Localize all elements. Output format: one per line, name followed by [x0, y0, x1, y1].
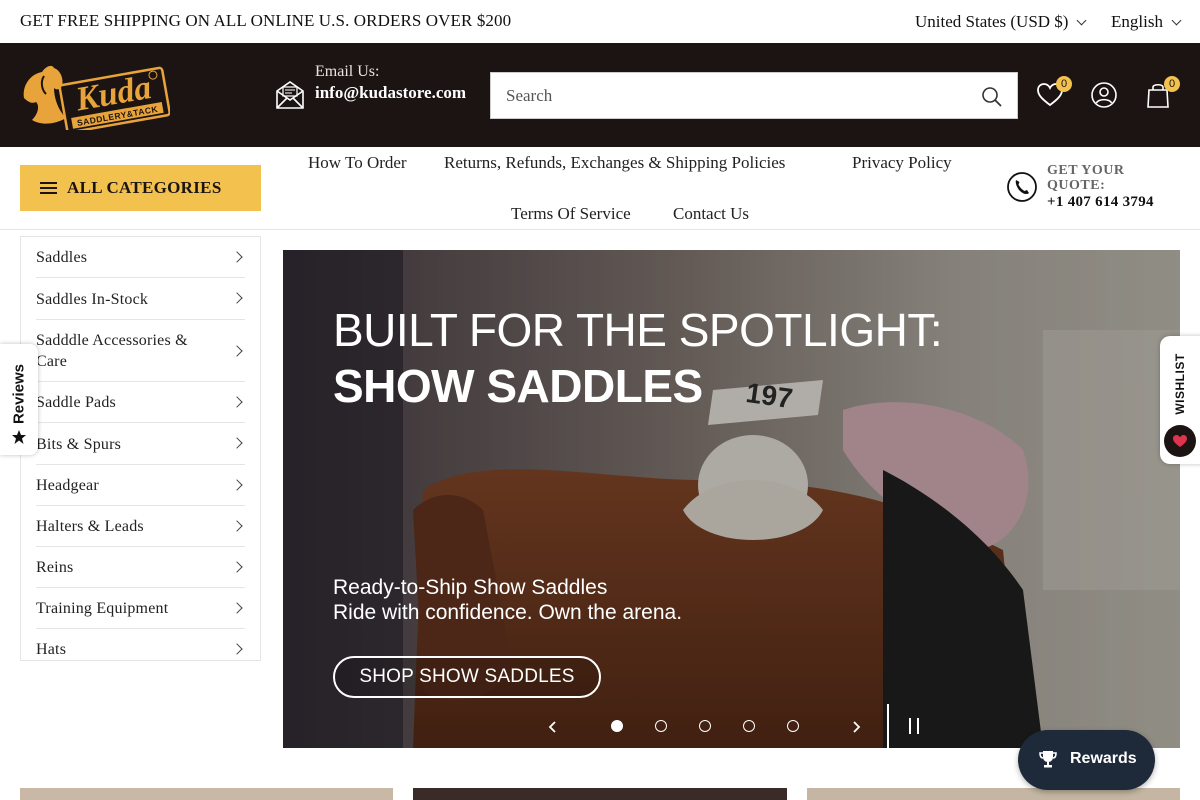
reviews-label: Reviews	[10, 363, 28, 425]
sidebar-item-saddles-in-stock[interactable]: Saddles In-Stock	[36, 278, 245, 320]
phone-icon	[1007, 172, 1037, 202]
nav-link-how-to-order[interactable]: How To Order	[308, 153, 407, 173]
rewards-button[interactable]: Rewards	[1018, 730, 1155, 790]
chevron-down-icon	[1077, 15, 1087, 25]
wishlist-count-badge: 0	[1056, 76, 1072, 92]
pause-icon[interactable]	[907, 718, 921, 734]
category-sidebar: Saddles Saddles In-Stock Sadddle Accesso…	[20, 236, 261, 661]
main-navigation: ALL CATEGORIES How To Order Returns, Ref…	[0, 147, 1200, 230]
rewards-label: Rewards	[1070, 750, 1137, 767]
slide-prev-arrow-icon[interactable]	[546, 720, 560, 734]
hero-slideshow: 197 BUILT FOR THE SPOTLIGHT: SHOW SADDLE…	[283, 250, 1180, 748]
email-link[interactable]: info@kudastore.com	[315, 82, 475, 103]
wishlist-label: WISHLIST	[1173, 353, 1187, 415]
nav-link-returns-policy[interactable]: Returns, Refunds, Exchanges & Shipping P…	[444, 153, 785, 173]
slide-dot-5[interactable]	[787, 720, 799, 732]
sidebar-item-saddles[interactable]: Saddles	[36, 237, 245, 278]
slide-next-arrow-icon[interactable]	[849, 720, 863, 734]
language-label: English	[1111, 12, 1163, 31]
shop-show-saddles-button[interactable]: SHOP SHOW SADDLES	[333, 656, 601, 698]
email-icon	[276, 81, 304, 109]
reviews-tab[interactable]: Reviews	[0, 344, 38, 455]
star-icon	[12, 430, 26, 444]
hero-headline-line2: SHOW SADDLES	[333, 360, 703, 412]
slide-dot-2[interactable]	[655, 720, 667, 732]
nav-link-contact-us[interactable]: Contact Us	[673, 204, 749, 224]
bib-number: 197	[744, 377, 795, 414]
sidebar-item-reins[interactable]: Reins	[36, 547, 245, 588]
featured-tile-2[interactable]	[413, 788, 787, 800]
sidebar-item-halters-leads[interactable]: Halters & Leads	[36, 506, 245, 547]
nav-link-privacy-policy[interactable]: Privacy Policy	[852, 153, 952, 173]
announcement-bar: GET FREE SHIPPING ON ALL ONLINE U.S. ORD…	[0, 0, 1200, 43]
wishlist-tab[interactable]: WISHLIST	[1160, 336, 1200, 464]
account-icon[interactable]	[1090, 81, 1118, 109]
nav-link-terms-of-service[interactable]: Terms Of Service	[511, 204, 631, 224]
sidebar-item-saddle-accessories[interactable]: Sadddle Accessories & Care	[36, 320, 245, 382]
quote-label: GET YOUR QUOTE:	[1047, 163, 1125, 193]
hero-subtext: Ready-to-Ship Show Saddles Ride with con…	[333, 576, 683, 624]
site-header: Kuda SADDLERY&TACK Email Us: info@kudast…	[0, 43, 1200, 147]
currency-label: United States (USD $)	[915, 12, 1069, 31]
search-bar	[490, 72, 1018, 119]
trophy-icon	[1039, 751, 1057, 768]
search-icon[interactable]	[981, 86, 1003, 108]
kuda-logo[interactable]: Kuda SADDLERY&TACK	[20, 60, 170, 130]
sidebar-item-training-equipment[interactable]: Training Equipment	[36, 588, 245, 629]
hamburger-menu-icon	[40, 182, 57, 194]
wishlist-heart-button	[1164, 425, 1196, 457]
cart-count-badge: 0	[1164, 76, 1180, 92]
currency-selector[interactable]: United States (USD $)	[915, 12, 1087, 32]
free-shipping-message: GET FREE SHIPPING ON ALL ONLINE U.S. ORD…	[20, 11, 512, 30]
slideshow-controls-divider	[887, 704, 889, 748]
featured-tile-1[interactable]	[20, 788, 393, 800]
email-label: Email Us:	[315, 63, 380, 80]
chevron-down-icon	[1171, 15, 1182, 25]
sidebar-item-hats[interactable]: Hats	[36, 629, 245, 660]
sidebar-item-bits-spurs[interactable]: Bits & Spurs	[36, 423, 245, 465]
heart-icon	[1173, 435, 1187, 447]
slide-dot-3[interactable]	[699, 720, 711, 732]
slide-dot-1[interactable]	[611, 720, 623, 732]
hero-headline-line1: BUILT FOR THE SPOTLIGHT:	[333, 304, 943, 356]
sidebar-item-saddle-pads[interactable]: Saddle Pads	[36, 382, 245, 423]
sidebar-item-headgear[interactable]: Headgear	[36, 465, 245, 506]
all-categories-button[interactable]: ALL CATEGORIES	[20, 165, 261, 211]
slide-dot-4[interactable]	[743, 720, 755, 732]
search-input[interactable]	[491, 73, 961, 118]
quote-phone-link[interactable]: +1 407 614 3794	[1047, 194, 1154, 211]
language-selector[interactable]: English	[1111, 12, 1182, 32]
all-categories-label: ALL CATEGORIES	[67, 178, 222, 197]
